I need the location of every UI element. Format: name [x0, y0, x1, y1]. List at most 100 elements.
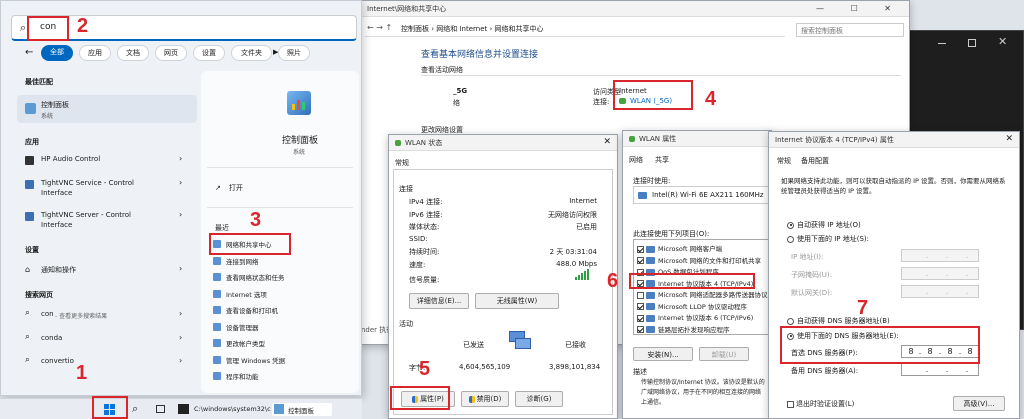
network-computers-icon	[507, 331, 533, 351]
app-item[interactable]: TightVNC Server - Control Interface ›	[17, 209, 197, 233]
protocol-name: Microsoft 网络的文件和打印机共享	[658, 256, 762, 265]
best-match-item[interactable]: 控制面板 系统	[17, 95, 197, 123]
app-name-cont: Interface	[41, 221, 73, 229]
close-icon[interactable]: ✕	[1005, 134, 1013, 144]
protocol-icon	[646, 326, 655, 333]
protocol-item[interactable]: 链路层拓扑发现响应程序	[637, 324, 730, 334]
checkbox-icon[interactable]	[637, 257, 644, 264]
annotation-box-6	[629, 273, 755, 289]
wireless-properties-button[interactable]: 无线属性(W)	[475, 293, 559, 309]
app-item[interactable]: HP Audio Control ›	[17, 153, 197, 177]
protocol-item[interactable]: Internet 协议版本 6 (TCP/IPv6)	[637, 312, 753, 322]
auto-ip-radio[interactable]: 自动获得 IP 地址(O)	[787, 220, 861, 230]
install-button[interactable]: 安装(N)...	[633, 347, 693, 361]
checkbox-icon[interactable]	[637, 326, 644, 333]
taskbar-control-panel[interactable]: 控制面板	[272, 403, 332, 416]
disable-label: 禁用(D)	[476, 395, 502, 403]
annotation-box-5	[390, 386, 450, 410]
filter-tab[interactable]: 文档	[117, 45, 149, 61]
recent-item-label: 程序和功能	[226, 373, 259, 381]
web-item-sub: - 查看更多搜索结果	[55, 313, 108, 320]
terminal-icon	[178, 404, 189, 414]
details-button[interactable]: 详细信息(E)...	[409, 293, 469, 309]
search-icon: ⌕	[25, 355, 31, 365]
disable-button[interactable]: 禁用(D)	[461, 391, 509, 407]
chevron-right-icon: ›	[179, 264, 183, 273]
description-text: 传输控制协议/Internet 协议。该协议是默认的广域网络协议，用于在不同的相…	[641, 379, 765, 406]
tab-general[interactable]: 常规	[395, 158, 409, 168]
maximize-icon[interactable]	[968, 39, 976, 47]
web-item[interactable]: ⌕ con - 查看更多搜索结果 ›	[17, 308, 197, 324]
manual-ip-radio[interactable]: 使用下面的 IP 地址(S):	[787, 234, 869, 244]
tab-sharing[interactable]: 共享	[655, 155, 669, 165]
more-filters-icon[interactable]: ▶	[273, 48, 278, 56]
app-name-cont: Interface	[41, 189, 73, 197]
recent-item[interactable]: 设备管理器	[213, 322, 353, 336]
filter-tab[interactable]: 全部	[41, 45, 73, 61]
uninstall-button[interactable]: 卸载(U)	[699, 347, 749, 361]
filter-tab[interactable]: 设置	[193, 45, 225, 61]
wifi-icon	[395, 140, 401, 146]
chevron-right-icon: ›	[179, 309, 183, 318]
start-search-panel: ⌕ con 2 ← 全部 应用 文档 网页 设置 文件夹 照片 ▶ 最佳匹配 控制面板 系统…	[0, 0, 362, 396]
app-name: TightVNC Server - Control	[41, 211, 132, 219]
search-control-panel[interactable]: 搜索控制面板	[796, 23, 904, 37]
recent-item[interactable]: 连接到网络	[213, 256, 353, 270]
recent-item[interactable]: 查看设备和打印机	[213, 305, 353, 319]
connection-label: 连接:	[593, 98, 610, 106]
recent-item[interactable]: 程序和功能	[213, 371, 353, 385]
checkbox-icon[interactable]	[637, 291, 644, 299]
recent-item[interactable]: Internet 选项	[213, 289, 353, 303]
checkbox-icon[interactable]	[637, 303, 644, 310]
ip-address-field[interactable]: ...	[901, 249, 979, 262]
minimize-icon[interactable]	[938, 43, 946, 44]
annotation-box-3	[209, 233, 291, 255]
close-icon[interactable]: ✕	[998, 35, 1007, 48]
settings-item[interactable]: ⌂ 通知和操作 ›	[17, 263, 197, 279]
gateway-field[interactable]: ...	[901, 285, 979, 298]
status-key: SSID:	[409, 234, 428, 243]
filter-tab[interactable]: 应用	[79, 45, 111, 61]
subnet-mask-field[interactable]: ...	[901, 267, 979, 280]
taskbar-cmd[interactable]: C:\windows\system32\c	[176, 403, 271, 416]
protocol-item[interactable]: Microsoft 网络的文件和打印机共享	[637, 255, 761, 265]
tab-network[interactable]: 网络	[629, 155, 643, 165]
recent-item[interactable]: 更改帐户类型	[213, 338, 353, 352]
protocol-item[interactable]: Microsoft 网络适配器多路传送器协议	[637, 289, 768, 299]
page-heading: 查看基本网络信息并设置连接	[421, 50, 539, 60]
annotation-4: 4	[705, 88, 717, 110]
task-view-icon[interactable]	[156, 405, 165, 413]
tab-alternate-config[interactable]: 备用配置	[801, 156, 829, 166]
recent-item[interactable]: 查看网络状态和任务	[213, 272, 353, 286]
bytes-received: 3,898,101,834	[549, 363, 601, 371]
alternate-dns-field[interactable]: ...	[901, 363, 979, 376]
recent-item[interactable]: 管理 Windows 凭据	[213, 355, 353, 369]
filter-tab[interactable]: 文件夹	[231, 45, 272, 61]
tab-general[interactable]: 常规	[777, 156, 791, 166]
back-arrow-icon[interactable]: ←	[25, 47, 33, 58]
window-controls: — ☐ ✕	[816, 4, 903, 13]
open-action[interactable]: ↗ 打开	[215, 183, 243, 193]
close-icon[interactable]: ✕	[603, 137, 611, 147]
protocol-icon	[646, 314, 655, 322]
web-item[interactable]: ⌕ convertio ›	[17, 355, 197, 371]
app-item[interactable]: TightVNC Service - Control Interface ›	[17, 177, 197, 201]
protocol-item[interactable]: Microsoft 网络客户端	[637, 243, 722, 253]
nav-arrows[interactable]: ← → ↑	[367, 23, 392, 32]
protocol-item[interactable]: Microsoft LLDP 协议驱动程序	[637, 301, 747, 311]
checkbox-icon[interactable]	[637, 314, 644, 322]
checkbox-icon[interactable]	[637, 245, 644, 253]
recent-item-label: 更改帐户类型	[226, 340, 265, 348]
web-item-name: conda	[41, 334, 63, 342]
address-bar[interactable]: ← → ↑ 控制面板 › 网络和 Internet › 网络和共享中心	[365, 21, 785, 37]
filter-tab[interactable]: 照片	[278, 45, 310, 61]
validate-checkbox[interactable]: 退出时验证设置(L)	[787, 399, 854, 409]
checkbox-icon	[787, 400, 794, 408]
auto-dns-radio[interactable]: 自动获得 DNS 服务器地址(B)	[787, 316, 890, 326]
search-icon[interactable]: ⌕	[132, 402, 138, 416]
recent-item-icon	[213, 339, 221, 347]
filter-tab[interactable]: 网页	[155, 45, 187, 61]
web-item[interactable]: ⌕ conda ›	[17, 332, 197, 348]
diagnose-button[interactable]: 诊断(G)	[515, 391, 563, 407]
advanced-button[interactable]: 高级(V)...	[953, 396, 1005, 411]
